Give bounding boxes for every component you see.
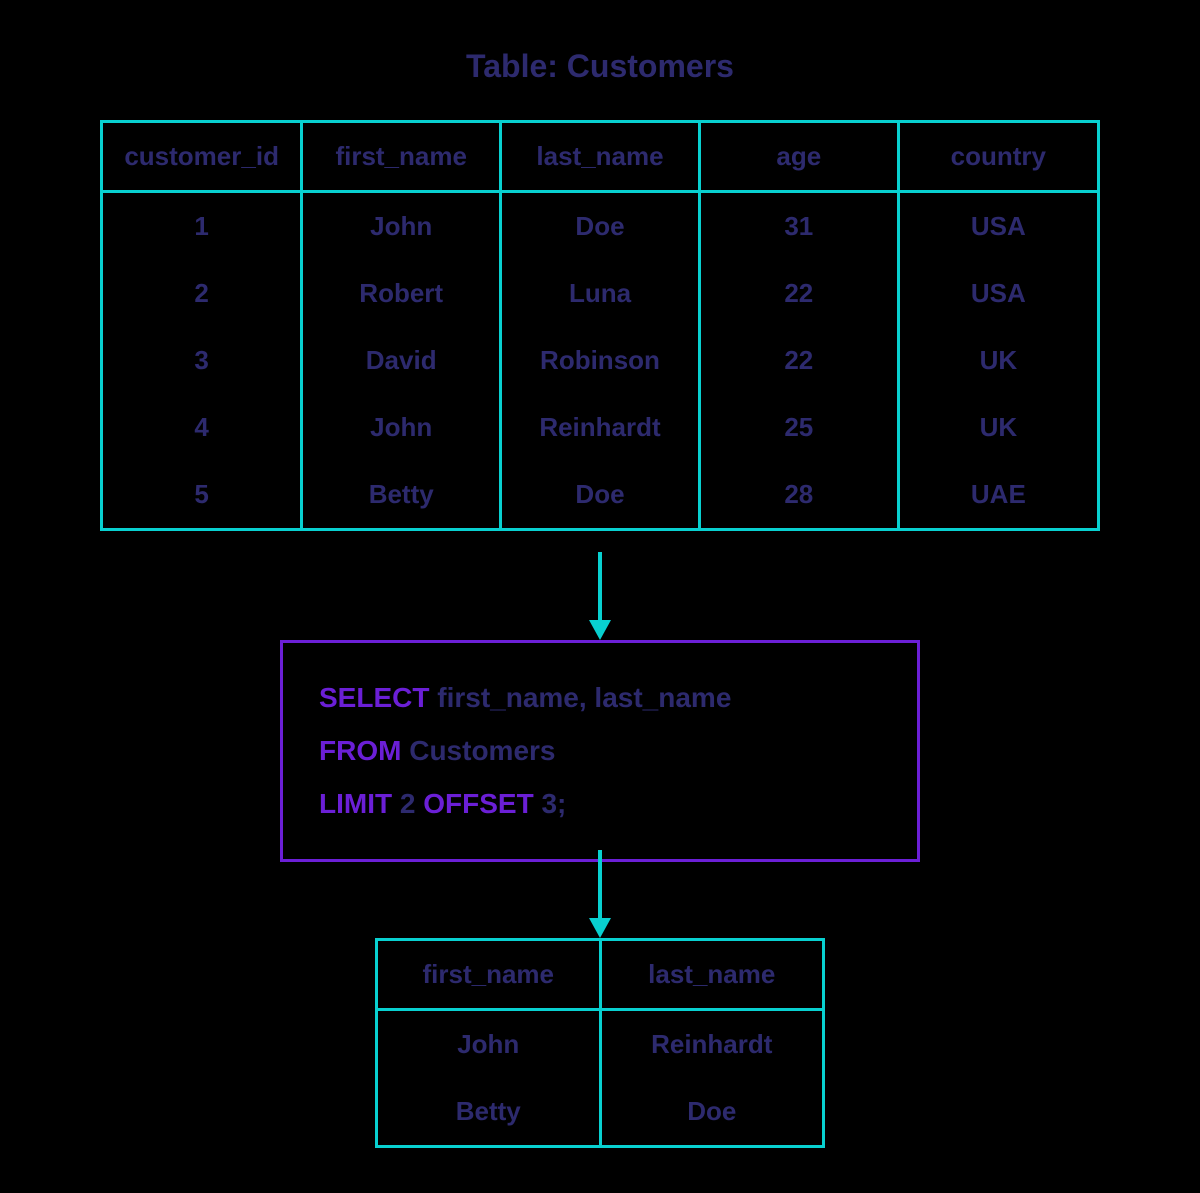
table-row: 4 John Reinhardt 25 UK bbox=[103, 394, 1097, 461]
col-header: last_name bbox=[501, 123, 700, 192]
cell: 28 bbox=[699, 461, 898, 528]
cell: UAE bbox=[898, 461, 1097, 528]
cell: Robert bbox=[302, 260, 501, 327]
cell: 22 bbox=[699, 327, 898, 394]
arrow-down-icon bbox=[585, 552, 615, 640]
table-row: Betty Doe bbox=[378, 1078, 822, 1145]
cell: Reinhardt bbox=[501, 394, 700, 461]
cell: 2 bbox=[103, 260, 302, 327]
col-header: first_name bbox=[378, 941, 600, 1010]
sql-line: FROM Customers bbox=[319, 724, 881, 777]
cell: Doe bbox=[501, 461, 700, 528]
cell: Luna bbox=[501, 260, 700, 327]
arrow-down-icon bbox=[585, 850, 615, 938]
sql-keyword: LIMIT bbox=[319, 788, 392, 819]
sql-keyword: FROM bbox=[319, 735, 401, 766]
source-table: customer_id first_name last_name age cou… bbox=[100, 120, 1100, 531]
cell: Doe bbox=[600, 1078, 822, 1145]
cell: Doe bbox=[501, 192, 700, 261]
cell: 31 bbox=[699, 192, 898, 261]
sql-line: LIMIT 2 OFFSET 3; bbox=[319, 777, 881, 830]
cell: Reinhardt bbox=[600, 1010, 822, 1079]
col-header: last_name bbox=[600, 941, 822, 1010]
sql-text: Customers bbox=[401, 735, 555, 766]
table-row: 1 John Doe 31 USA bbox=[103, 192, 1097, 261]
cell: 5 bbox=[103, 461, 302, 528]
cell: Betty bbox=[302, 461, 501, 528]
table-row: 2 Robert Luna 22 USA bbox=[103, 260, 1097, 327]
sql-line: SELECT first_name, last_name bbox=[319, 671, 881, 724]
cell: USA bbox=[898, 192, 1097, 261]
sql-text: 3; bbox=[534, 788, 567, 819]
table-row: 3 David Robinson 22 UK bbox=[103, 327, 1097, 394]
cell: 25 bbox=[699, 394, 898, 461]
cell: 22 bbox=[699, 260, 898, 327]
cell: UK bbox=[898, 394, 1097, 461]
table-row: John Reinhardt bbox=[378, 1010, 822, 1079]
table-row: 5 Betty Doe 28 UAE bbox=[103, 461, 1097, 528]
sql-query-box: SELECT first_name, last_name FROM Custom… bbox=[280, 640, 920, 862]
table-title: Table: Customers bbox=[0, 48, 1200, 85]
cell: USA bbox=[898, 260, 1097, 327]
col-header: first_name bbox=[302, 123, 501, 192]
cell: Betty bbox=[378, 1078, 600, 1145]
cell: John bbox=[302, 192, 501, 261]
sql-text: first_name, last_name bbox=[429, 682, 731, 713]
col-header: country bbox=[898, 123, 1097, 192]
sql-text: 2 bbox=[392, 788, 423, 819]
col-header: customer_id bbox=[103, 123, 302, 192]
cell: UK bbox=[898, 327, 1097, 394]
col-header: age bbox=[699, 123, 898, 192]
cell: 4 bbox=[103, 394, 302, 461]
cell: David bbox=[302, 327, 501, 394]
cell: Robinson bbox=[501, 327, 700, 394]
cell: 1 bbox=[103, 192, 302, 261]
cell: John bbox=[378, 1010, 600, 1079]
cell: 3 bbox=[103, 327, 302, 394]
sql-keyword: SELECT bbox=[319, 682, 429, 713]
result-table: first_name last_name John Reinhardt Bett… bbox=[375, 938, 825, 1148]
sql-keyword: OFFSET bbox=[423, 788, 533, 819]
cell: John bbox=[302, 394, 501, 461]
